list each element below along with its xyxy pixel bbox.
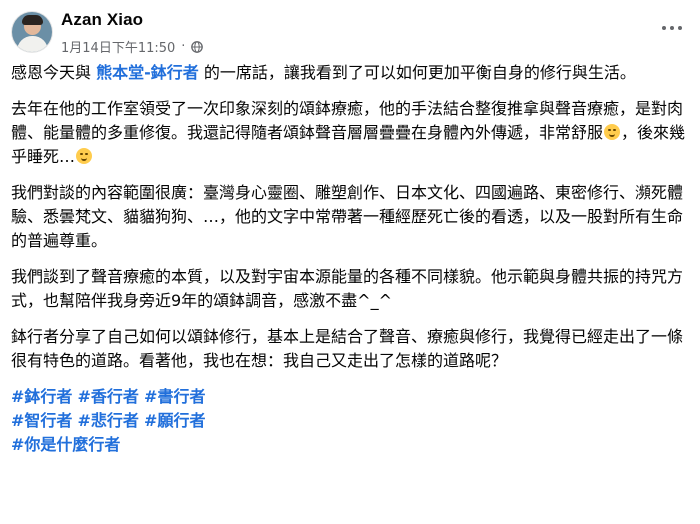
more-options-icon [662,26,666,30]
rolling-laughing-emoji [76,148,93,164]
hashtag-list: #鉢行者 #香行者 #書行者 #智行者 #悲行者 #願行者 #你是什麼行者 [11,385,691,457]
paragraph-3: 我們對談的內容範圍很廣：臺灣身心靈圈、雕塑創作、日本文化、四國遍路、東密修行、瀕… [11,183,684,250]
paragraph-1: 感恩今天與 熊本堂-鉢行者 的一席話，讓我看到了可以如何更加平衡自身的修行與生活… [11,63,636,82]
facebook-post: Azan Xiao 1月14日下午11:50 · 感恩今天與 熊本堂-鉢行者 的… [0,0,700,524]
post-meta: 1月14日下午11:50 · [61,37,204,56]
paragraph-2: 去年在他的工作室領受了一次印象深刻的頌鉢療癒，他的手法結合整復推拿與聲音療癒，是… [11,99,686,166]
page-link-xiongbentang[interactable]: 熊本堂-鉢行者 [96,63,199,82]
post-content: 感恩今天與 熊本堂-鉢行者 的一席話，讓我看到了可以如何更加平衡自身的修行與生活… [11,61,691,457]
hashtag-link[interactable]: #悲行者 [78,411,139,430]
meta-separator: · [181,39,186,54]
hashtag-link[interactable]: #書行者 [144,387,205,406]
avatar-body [17,36,48,52]
hashtag-link[interactable]: #香行者 [78,387,139,406]
hashtag-link[interactable]: #智行者 [11,411,72,430]
author-name[interactable]: Azan Xiao [61,10,143,30]
paragraph-4: 我們談到了聲音療癒的本質，以及對宇宙本源能量的各種不同樣貌。他示範與身體共振的持… [11,267,684,310]
hashtag-link[interactable]: #鉢行者 [11,387,72,406]
avatar[interactable] [12,12,52,52]
avatar-hair [22,15,43,25]
post-timestamp[interactable]: 1月14日下午11:50 [61,37,175,56]
hashtag-link[interactable]: #願行者 [144,411,205,430]
globe-icon[interactable] [191,40,204,53]
hashtag-link[interactable]: #你是什麼行者 [11,435,120,454]
more-options-button[interactable] [654,10,690,46]
paragraph-5: 鉢行者分享了自己如何以頌鉢修行，基本上是結合了聲音、療癒與修行，我覺得已經走出了… [11,327,684,370]
sleepy-face-emoji [604,124,621,140]
